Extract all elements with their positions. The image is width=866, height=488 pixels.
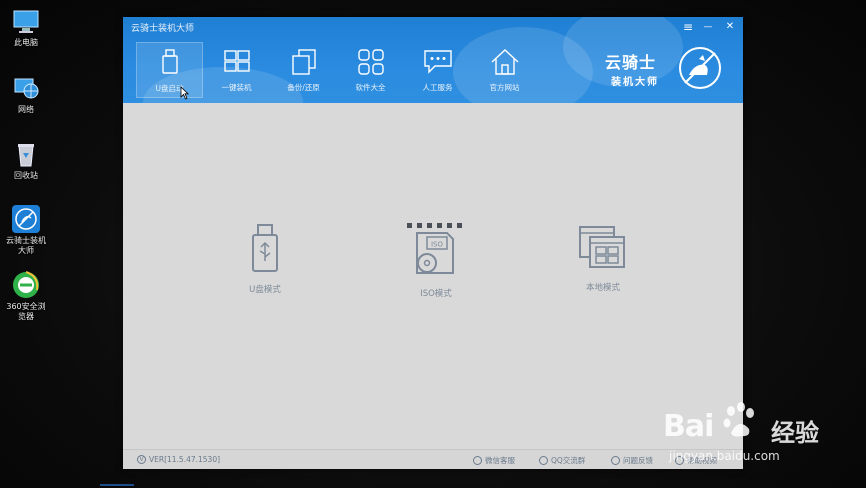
watermark-jingyan: 经验 (771, 419, 819, 447)
browser-360-icon (11, 270, 41, 300)
taskbar-indicator (100, 484, 134, 486)
backup-icon (291, 49, 316, 75)
nav-software[interactable]: 软件大全 (337, 42, 404, 98)
baidu-jingyan-watermark: Bai 经验 jingyan.baidu.com (663, 395, 863, 475)
mode-local[interactable]: 本地模式 (558, 223, 648, 293)
feedback-label: 问题反馈 (623, 456, 653, 465)
app-window: 云骑士装机大师 ≡ — ✕ U盘启动 一键装机 备份/还原 软件大全 人工服务 … (123, 17, 743, 469)
nav-usb-boot[interactable]: U盘启动 (136, 42, 203, 98)
desktop-icon-yunqishi[interactable]: 云骑士装机大师 (4, 204, 48, 256)
desktop-icon-360-browser[interactable]: 360安全浏览器 (4, 270, 48, 322)
desktop-icon-this-pc[interactable]: 此电脑 (4, 6, 48, 48)
nav-one-click-install[interactable]: 一键装机 (203, 42, 270, 98)
qq-icon (539, 456, 548, 465)
desktop-icon-label: 回收站 (14, 171, 38, 180)
mode-label: U盘模式 (249, 285, 281, 295)
mode-iso[interactable]: ISO ISO模式 (391, 223, 481, 299)
apps-icon (357, 49, 384, 75)
menu-button[interactable]: ≡ (681, 20, 695, 34)
nav-official-site[interactable]: 官方网站 (471, 42, 538, 98)
watermark-url: jingyan.baidu.com (669, 449, 780, 463)
knight-emblem-icon (679, 47, 721, 89)
qq-label: QQ交流群 (551, 456, 586, 465)
minimize-button[interactable]: — (701, 20, 715, 34)
nav-label: U盘启动 (155, 84, 184, 93)
iso-disc-icon: ISO (407, 223, 462, 274)
nav-label: 一键装机 (221, 83, 252, 92)
desktop-icon-label: 云骑士装机大师 (6, 236, 46, 255)
desktop-icon-label: 360安全浏览器 (6, 302, 46, 321)
nav-manual-service[interactable]: 人工服务 (404, 42, 471, 98)
desktop-icon-label: 网络 (18, 105, 34, 114)
feedback-link[interactable]: 问题反馈 (611, 455, 653, 466)
wechat-icon (473, 456, 482, 465)
status-bar: V VER[11.5.47.1530] 微信客服 QQ交流群 问题反馈 帮助视频 (123, 449, 743, 469)
desktop-icon-recycle-bin[interactable]: 回收站 (4, 139, 48, 181)
computer-icon (11, 6, 41, 36)
usb-icon (161, 49, 178, 74)
qq-group-link[interactable]: QQ交流群 (539, 455, 585, 466)
close-button[interactable]: ✕ (723, 20, 737, 34)
mode-label: 本地模式 (585, 283, 620, 293)
recycle-bin-icon (11, 139, 41, 169)
version-text: VER[11.5.47.1530] (149, 455, 221, 464)
nav-label: 官方网站 (489, 83, 520, 92)
wechat-label: 微信客服 (485, 456, 515, 465)
brand-logo: 云骑士 装机大师 (603, 43, 733, 95)
iso-text: ISO (431, 241, 444, 249)
chat-icon (423, 50, 452, 74)
app-header: 云骑士装机大师 ≡ — ✕ U盘启动 一键装机 备份/还原 软件大全 人工服务 … (123, 17, 743, 103)
feedback-icon (611, 456, 620, 465)
network-icon (11, 73, 41, 103)
wechat-service-link[interactable]: 微信客服 (473, 455, 515, 466)
nav-label: 备份/还原 (287, 83, 320, 92)
app-title: 云骑士装机大师 (131, 24, 195, 34)
yunqishi-app-icon (11, 204, 41, 234)
nav-backup-restore[interactable]: 备份/还原 (270, 42, 337, 98)
mouse-cursor-icon (180, 86, 189, 100)
version-info: V VER[11.5.47.1530] (137, 455, 220, 464)
content-area: U盘模式 ISO ISO模式 本地模式 (123, 103, 743, 449)
windows-icon (223, 50, 250, 72)
desktop-icon-network[interactable]: 网络 (4, 73, 48, 115)
mode-usb[interactable]: U盘模式 (220, 223, 310, 295)
home-icon (491, 49, 518, 75)
version-badge-icon: V (137, 455, 146, 464)
watermark-bai: Bai (663, 409, 714, 444)
nav-label: 人工服务 (422, 83, 453, 92)
logo-subtitle: 装机大师 (611, 77, 659, 88)
nav-label: 软件大全 (355, 83, 386, 92)
paw-icon (723, 402, 754, 437)
logo-title: 云骑士 (605, 53, 657, 72)
local-windows-icon (579, 226, 625, 268)
mode-label: ISO模式 (420, 289, 452, 299)
usb-drive-icon (252, 224, 278, 272)
main-nav: U盘启动 一键装机 备份/还原 软件大全 人工服务 官方网站 (136, 42, 538, 98)
desktop-icon-label: 此电脑 (14, 38, 38, 47)
